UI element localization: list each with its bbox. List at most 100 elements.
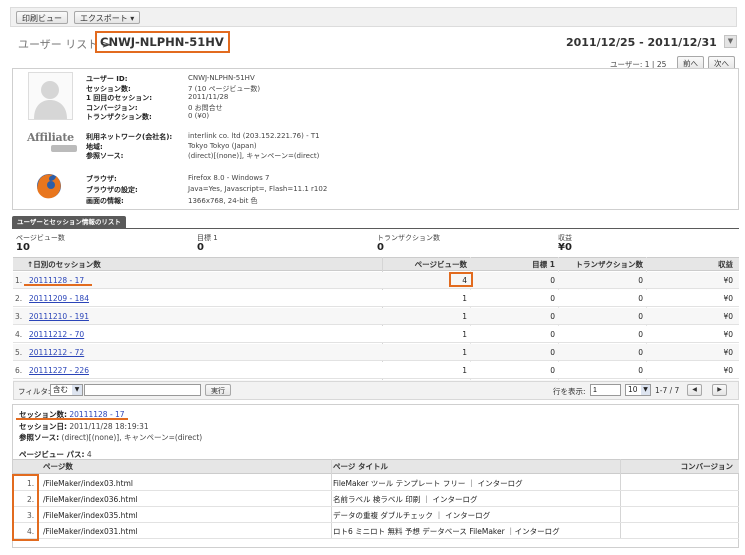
browser-info-label: ブラウザの設定: [86,186,138,194]
col-page[interactable]: ページ数 [43,460,73,474]
table-row[interactable]: 2. 20111209 - 184 1 0 0 ¥0 [13,290,739,307]
session-link[interactable]: 20111210 - 191 [29,308,89,325]
user-info-value: 0 お問合せ [188,103,223,112]
summary-label: トランザクション数 [377,234,440,242]
rows-start-input[interactable] [590,384,621,396]
rows-per-page-value: 10 [628,385,638,394]
col-transactions[interactable]: トランザクション数 [576,258,644,272]
filter-run-button[interactable]: 実行 [205,384,231,396]
network-info-value: (direct)[(none)], キャンペーン=(direct) [188,152,320,161]
title-highlight [95,31,230,53]
page-prev-button[interactable]: ◀ [687,384,702,396]
date-dropdown-icon[interactable]: ▼ [724,35,737,48]
revenue-value: ¥0 [723,294,733,303]
session-link[interactable]: 20111209 - 184 [29,290,89,307]
page-title-value: データの重複 ダブルチェック ｜ インターログ [333,511,491,520]
row-number: 2. [15,294,23,303]
page-link[interactable]: /FileMaker/index036.html [43,491,138,508]
session-detail-source-value: (direct)[(none)], キャンペーン=(direct) [61,433,203,442]
pageviews-value: 1 [462,294,467,303]
page-num-highlight [12,474,39,541]
revenue-value: ¥0 [723,348,733,357]
summary-value: 0 [197,242,204,253]
page-row: 1./FileMaker/index03.html FileMaker ツール テ… [13,475,739,491]
summary-value: 0 [377,242,384,253]
user-info-label: コンバージョン: [86,103,138,112]
pageview-path-count: 4 [86,450,92,459]
firefox-icon [35,172,63,200]
session-link[interactable]: 20111128 - 17 [29,272,84,289]
table-row[interactable]: 4. 20111212 - 70 1 0 0 ¥0 [13,326,739,343]
user-info-label: トランザクション数: [86,113,152,122]
session-detail-date-label: セッション日: [19,422,67,431]
revenue-value: ¥0 [723,312,733,321]
session-link[interactable]: 20111227 - 226 [29,362,89,379]
table-row[interactable]: 5. 20111212 - 72 1 0 0 ¥0 [13,344,739,361]
transactions-value: 0 [638,276,643,285]
user-info-value: 0 (¥0) [188,112,210,121]
table-row[interactable]: 6. 20111227 - 226 1 0 0 ¥0 [13,362,739,379]
user-info-label: 1 回目のセッション: [86,94,153,103]
page-title-value: FileMaker ツール テンプレート フリー ｜ インターログ [333,479,523,488]
col-conversion[interactable]: コンバージョン [681,460,733,474]
page-link[interactable]: /FileMaker/index031.html [43,523,138,540]
revenue-value: ¥0 [723,276,733,285]
goal-value: 0 [550,312,555,321]
transactions-value: 0 [638,366,643,375]
user-info-value: 7 (10 ページビュー数) [188,84,261,93]
filter-mode-select[interactable]: 含む ▼ [50,384,83,396]
row-number: 5. [15,348,23,357]
col-pageviews[interactable]: ページビュー数 [415,258,467,272]
network-info-label: 参照ソース: [86,152,124,161]
session-link[interactable]: 20111212 - 72 [29,344,84,361]
session-detail-source-label: 参照ソース: [19,433,60,442]
rows-label: 行を表示: [553,387,586,396]
pageviews-value: 1 [462,348,467,357]
browser-info-label: 画面の情報: [86,197,124,205]
session-detail-source: 参照ソース: (direct)[(none)], キャンペーン=(direct) [19,432,202,443]
affiliate-logo-mark [51,145,77,152]
filter-input[interactable] [84,384,201,396]
page-next-button[interactable]: ▶ [712,384,727,396]
summary-value: 10 [16,242,30,253]
goal-value: 0 [550,330,555,339]
browser-info-value: Java=Yes, Javascript=, Flash=11.1 r102 [188,185,328,193]
page-title-value: 名前ラベル 検ラベル 印刷 ｜ インターログ [333,495,478,504]
rows-per-page-dropdown-icon[interactable]: ▼ [641,385,650,395]
pageviews-value: 1 [462,330,467,339]
filter-mode-dropdown-icon[interactable]: ▼ [72,385,82,395]
transactions-value: 0 [638,294,643,303]
table-row[interactable]: 3. 20111210 - 191 1 0 0 ¥0 [13,308,739,325]
date-range[interactable]: 2011/12/25 - 2011/12/31 [566,36,717,49]
goal-value: 0 [550,276,555,285]
goal-value: 0 [550,366,555,375]
avatar-silhouette-icon [34,81,67,119]
breadcrumb-parent[interactable]: ユーザー リスト [18,38,98,51]
goal-value: 0 [550,348,555,357]
page-link[interactable]: /FileMaker/index03.html [43,475,133,492]
network-info-label: 利用ネットワーク(会社名): [86,133,173,141]
avatar [28,72,73,120]
col-goal[interactable]: 目標 1 [532,258,555,272]
tab-session-info[interactable]: ユーザーとセッション情報のリスト [12,216,126,228]
session-link[interactable]: 20111212 - 70 [29,326,84,343]
rows-per-page-select[interactable]: 10 ▼ [625,384,651,396]
tab-underline [12,228,739,229]
col-revenue[interactable]: 収益 [718,258,733,272]
page-row: 2./FileMaker/index036.html 名前ラベル 検ラベル 印刷 … [13,491,739,507]
page-row: 3./FileMaker/index035.html データの重複 ダブルチェック… [13,507,739,523]
network-info-label: 地域: [86,142,103,151]
export-button[interactable]: エクスポート ▾ [74,11,141,24]
goal-value: 0 [550,294,555,303]
pageviews-value: 1 [462,366,467,375]
rows-range: 1-7 / 7 [655,386,680,395]
col-session[interactable]: ↑日別のセッション数 [27,258,101,272]
session-detail-date: セッション日: 2011/11/28 18:19:31 [19,421,149,432]
page-link[interactable]: /FileMaker/index035.html [43,507,138,524]
print-view-button[interactable]: 印刷ビュー [16,11,68,24]
network-info-value: interlink co. ltd (203.152.221.76) - T1 [188,132,320,140]
col-page-title[interactable]: ページ タイトル [333,460,388,474]
session-underline [24,284,92,286]
table-row[interactable]: 1. 20111128 - 17 4 0 0 ¥0 [13,272,739,289]
pages-header: ページ数 ページ タイトル コンバージョン [13,459,739,474]
